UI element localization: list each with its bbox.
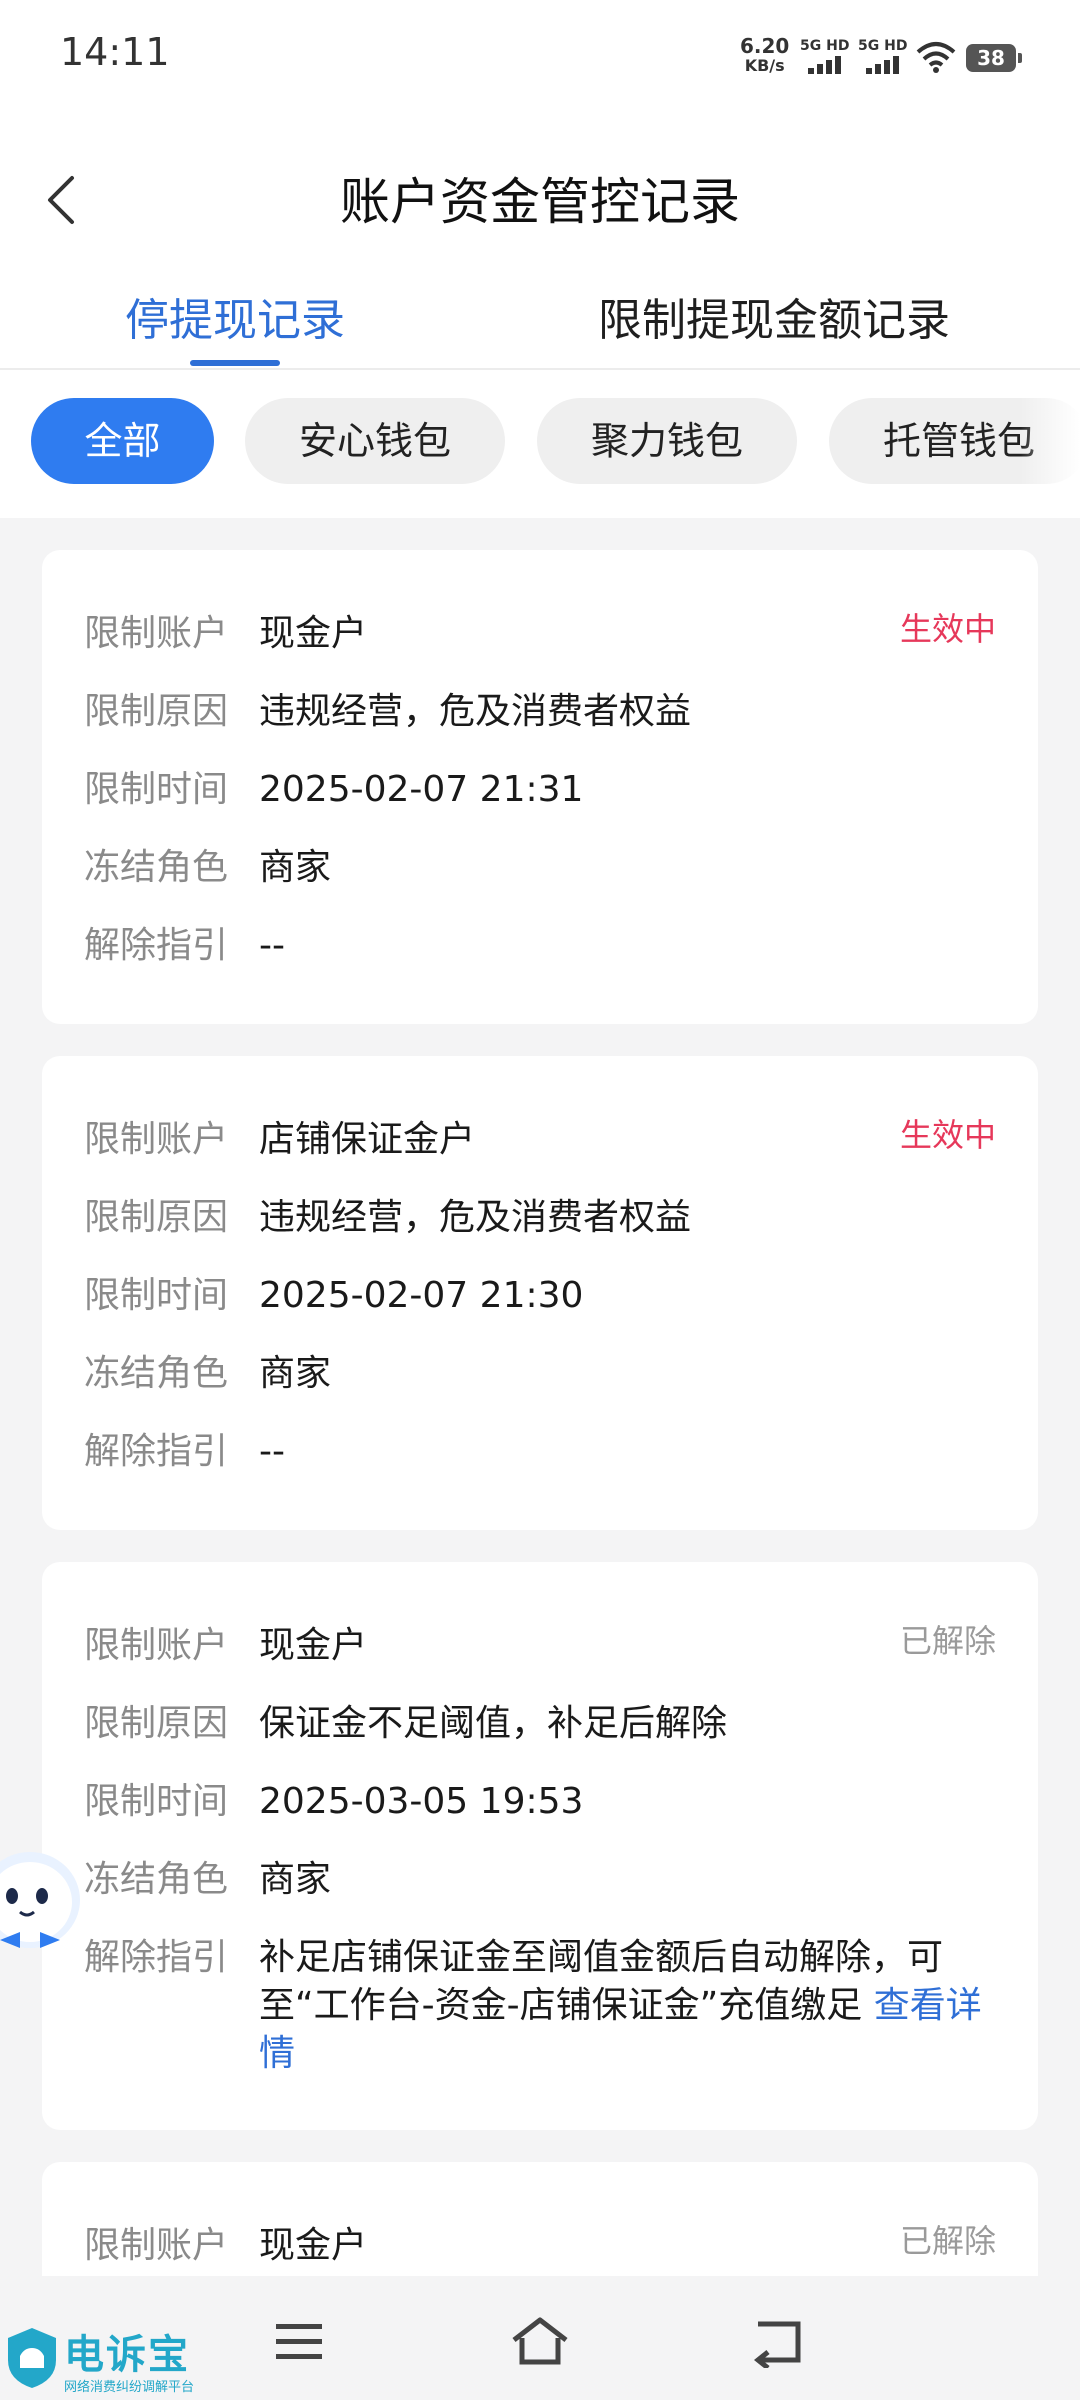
filter-chip-all[interactable]: 全部 <box>31 398 214 484</box>
tab-stop-withdraw-records[interactable]: 停提现记录 <box>125 284 345 348</box>
field-value: 商家 <box>259 1353 332 1394</box>
field-label: 限制原因 <box>84 691 229 732</box>
tab-bar: 停提现记录 限制提现金额记录 <box>0 268 1080 370</box>
wifi-icon <box>916 42 956 73</box>
guide-text: 补足店铺保证金至阈值金额后自动解除，可至“工作台-资金-店铺保证金”充值缴足 <box>259 1937 944 2026</box>
field-label: 限制账户 <box>84 613 229 654</box>
field-label: 限制账户 <box>84 1119 229 1160</box>
field-value: 商家 <box>259 1859 332 1900</box>
sim2-label: 5G HD <box>858 38 908 54</box>
filter-chip-juli-wallet[interactable]: 聚力钱包 <box>537 398 797 484</box>
battery-icon: 38 <box>966 44 1022 72</box>
tab-limit-amount-records[interactable]: 限制提现金额记录 <box>598 284 950 348</box>
field-label: 解除指引 <box>84 1431 229 1472</box>
field-value: -- <box>259 1431 285 1472</box>
field-label: 冻结角色 <box>84 1353 229 1394</box>
watermark-logo: 电诉宝 网络消费纠纷调解平台 <box>0 2318 220 2400</box>
signal-sim1-icon: 5G HD <box>800 38 852 74</box>
field-value: 现金户 <box>259 613 368 654</box>
field-value: 补足店铺保证金至阈值金额后自动解除，可至“工作台-资金-店铺保证金”充值缴足 查… <box>259 1934 989 2078</box>
field-label: 限制时间 <box>84 1781 229 1822</box>
home-icon[interactable] <box>510 2316 570 2368</box>
chips-fade <box>1020 398 1080 486</box>
field-label: 限制原因 <box>84 1703 229 1744</box>
watermark-subtitle: 网络消费纠纷调解平台 <box>64 2380 195 2395</box>
header-bar: 账户资金管控记录 <box>0 150 1080 240</box>
field-value: 现金户 <box>259 2225 368 2266</box>
field-label: 解除指引 <box>84 1937 229 1978</box>
field-label: 限制账户 <box>84 1625 229 1666</box>
filter-chips: 全部 安心钱包 聚力钱包 托管钱包 <box>0 398 1080 486</box>
network-speed: 6.20 KB/s <box>740 36 789 76</box>
record-card: 生效中 限制账户 店铺保证金户 限制原因 违规经营，危及消费者权益 限制时间 2… <box>42 1056 1038 1530</box>
field-value: 违规经营，危及消费者权益 <box>259 1197 692 1238</box>
watermark-name: 电诉宝 <box>64 2332 190 2378</box>
sim1-label: 5G HD <box>800 38 850 54</box>
assistant-mascot-icon[interactable] <box>0 1840 90 1970</box>
field-value: 2025-02-07 21:30 <box>259 1275 584 1316</box>
record-card: 生效中 限制账户 现金户 限制原因 违规经营，危及消费者权益 限制时间 2025… <box>42 550 1038 1024</box>
field-value: 保证金不足阈值，补足后解除 <box>259 1703 728 1744</box>
field-label: 限制原因 <box>84 1197 229 1238</box>
field-value: 现金户 <box>259 1625 368 1666</box>
signal-sim2-icon: 5G HD <box>858 38 910 74</box>
field-value: 2025-03-05 19:53 <box>259 1781 584 1822</box>
shield-icon <box>8 2328 56 2388</box>
filter-chip-anxin-wallet[interactable]: 安心钱包 <box>245 398 505 484</box>
menu-icon[interactable] <box>270 2316 330 2368</box>
field-value: -- <box>259 925 285 966</box>
field-label: 解除指引 <box>84 925 229 966</box>
status-time: 14:11 <box>60 30 170 74</box>
network-speed-value: 6.20 <box>740 34 790 58</box>
field-value: 违规经营，危及消费者权益 <box>259 691 692 732</box>
status-bar: 14:11 6.20 KB/s 5G HD 5G HD 38 <box>0 0 1080 110</box>
tab-active-indicator <box>190 360 280 366</box>
field-label: 冻结角色 <box>84 1859 229 1900</box>
field-label: 限制账户 <box>84 2225 229 2266</box>
field-value: 店铺保证金户 <box>259 1119 476 1160</box>
back-nav-icon[interactable] <box>750 2316 810 2368</box>
network-speed-unit: KB/s <box>744 56 785 75</box>
page-title: 账户资金管控记录 <box>340 173 740 231</box>
field-value: 商家 <box>259 847 332 888</box>
record-card: 已解除 限制账户 现金户 限制原因 保证金不足阈值，补足后解除 限制时间 202… <box>42 1562 1038 2130</box>
field-label: 限制时间 <box>84 1275 229 1316</box>
field-label: 冻结角色 <box>84 847 229 888</box>
field-value: 2025-02-07 21:31 <box>259 769 584 810</box>
field-label: 限制时间 <box>84 769 229 810</box>
